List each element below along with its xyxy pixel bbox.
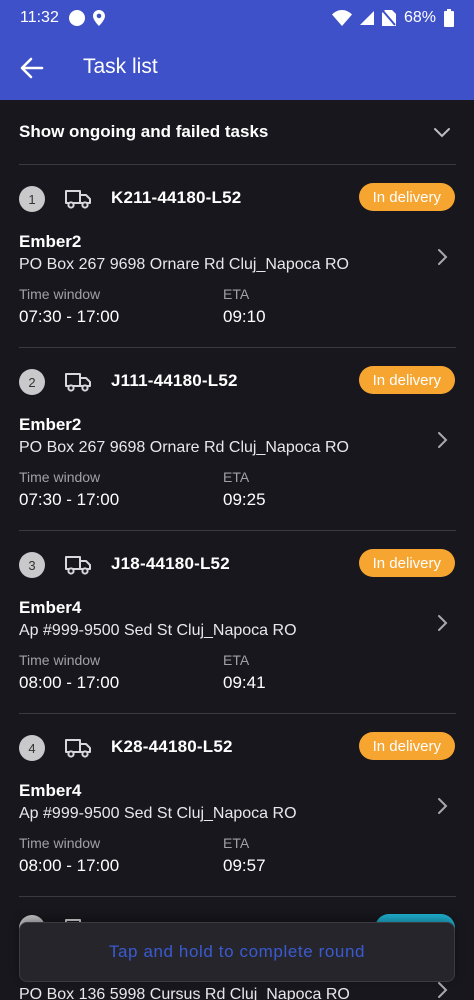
status-time: 11:32 — [20, 9, 59, 26]
back-arrow-icon[interactable] — [18, 54, 46, 82]
truck-icon — [65, 373, 91, 392]
time-window-label: Time window — [19, 286, 101, 302]
task-address: Ap #999-9500 Sed St Cluj_Napoca RO — [19, 622, 297, 639]
task-address: PO Box 136 5998 Cursus Rd Cluj_Napoca RO — [19, 986, 350, 1000]
task-code: K211-44180-L52 — [111, 188, 242, 207]
app-bar: Task list — [0, 36, 474, 100]
no-sim-icon — [381, 10, 396, 26]
notification-dot-icon — [68, 10, 85, 26]
battery-icon — [444, 9, 454, 27]
task-number: 4 — [19, 735, 45, 761]
truck-icon — [65, 739, 91, 758]
task-address: PO Box 267 9698 Ornare Rd Cluj_Napoca RO — [19, 439, 349, 456]
time-window-value: 08:00 - 17:00 — [19, 673, 120, 692]
time-window-value: 07:30 - 17:00 — [19, 490, 120, 509]
divider — [19, 896, 456, 897]
complete-round-label: Tap and hold to complete round — [108, 942, 366, 961]
task-item[interactable]: 4 K28-44180-L52 In delivery Ember4 Ap #9… — [0, 714, 474, 897]
task-address: PO Box 267 9698 Ornare Rd Cluj_Napoca RO — [19, 256, 349, 273]
task-item[interactable]: 2 J111-44180-L52 In delivery Ember2 PO B… — [0, 348, 474, 531]
status-badge: In delivery — [358, 366, 455, 394]
chevron-right-icon[interactable] — [436, 796, 450, 816]
time-window-value: 08:00 - 17:00 — [19, 856, 120, 875]
eta-value: 09:57 — [223, 856, 266, 875]
eta-label: ETA — [223, 469, 250, 485]
chevron-right-icon[interactable] — [436, 247, 450, 267]
status-bar: 11:32 68% — [0, 0, 474, 36]
time-window-label: Time window — [19, 835, 101, 851]
task-filter-dropdown[interactable]: Show ongoing and failed tasks — [0, 100, 474, 164]
chevron-right-icon[interactable] — [436, 980, 450, 1000]
status-badge: In delivery — [358, 183, 455, 211]
eta-label: ETA — [223, 286, 250, 302]
truck-icon — [65, 190, 91, 209]
filter-label: Show ongoing and failed tasks — [19, 122, 269, 141]
task-item[interactable]: 1 K211-44180-L52 In delivery Ember2 PO B… — [0, 165, 474, 348]
location-icon — [92, 10, 105, 26]
customer-name: Ember4 — [19, 598, 82, 617]
chevron-down-icon — [434, 128, 450, 138]
status-badge: In delivery — [358, 549, 455, 577]
complete-round-button[interactable]: Tap and hold to complete round — [19, 922, 455, 982]
task-code: K28-44180-L52 — [111, 737, 233, 756]
eta-label: ETA — [223, 835, 250, 851]
signal-icon — [359, 11, 374, 25]
eta-value: 09:25 — [223, 490, 266, 509]
eta-value: 09:10 — [223, 307, 266, 326]
time-window-label: Time window — [19, 469, 101, 485]
task-code: J18-44180-L52 — [111, 554, 230, 573]
task-number: 1 — [19, 186, 45, 212]
status-badge: In delivery — [358, 732, 455, 760]
eta-label: ETA — [223, 652, 250, 668]
battery-percent: 68% — [403, 9, 436, 26]
eta-value: 09:41 — [223, 673, 266, 692]
chevron-right-icon[interactable] — [436, 430, 450, 450]
truck-icon — [65, 556, 91, 575]
time-window-value: 07:30 - 17:00 — [19, 307, 120, 326]
customer-name: Ember2 — [19, 232, 82, 251]
task-item[interactable]: 3 J18-44180-L52 In delivery Ember4 Ap #9… — [0, 531, 474, 714]
wifi-icon — [331, 10, 352, 26]
chevron-right-icon[interactable] — [436, 613, 450, 633]
task-address: Ap #999-9500 Sed St Cluj_Napoca RO — [19, 805, 297, 822]
task-code: J111-44180-L52 — [111, 371, 238, 390]
page-title: Task list — [83, 55, 158, 78]
time-window-label: Time window — [19, 652, 101, 668]
task-number: 2 — [19, 369, 45, 395]
customer-name: Ember4 — [19, 781, 82, 800]
customer-name: Ember2 — [19, 415, 82, 434]
task-number: 3 — [19, 552, 45, 578]
